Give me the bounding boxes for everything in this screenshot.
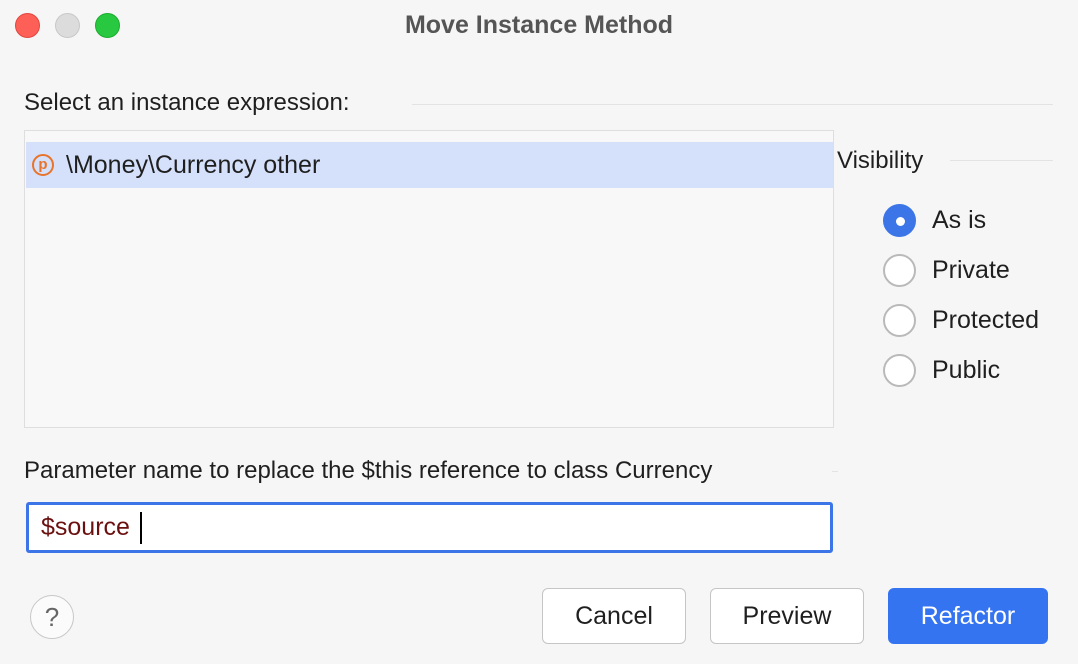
radio-label: Private (932, 255, 1010, 284)
radio-label: Public (932, 355, 1001, 384)
radio-button[interactable] (883, 303, 916, 337)
visibility-option-protected[interactable]: Protected (883, 302, 1039, 338)
visibility-label: Visibility (837, 147, 924, 174)
title-bar: Move Instance Method (0, 0, 1078, 52)
visibility-option-private[interactable]: Private (883, 252, 1010, 288)
help-icon[interactable]: ? (30, 595, 74, 639)
cancel-button[interactable]: Cancel (542, 588, 686, 644)
dialog-title: Move Instance Method (404, 11, 674, 39)
instance-expression-list[interactable]: p \Money\Currency other (24, 130, 834, 428)
radio-button-checked[interactable] (883, 203, 916, 237)
refactor-button[interactable]: Refactor (888, 588, 1048, 644)
separator (950, 160, 1053, 161)
parameter-name-label: Parameter name to replace the $this refe… (24, 457, 713, 484)
move-instance-method-dialog: Move Instance Method Select an instance … (0, 0, 1078, 664)
radio-label: As is (932, 205, 987, 234)
radio-button[interactable] (883, 253, 916, 287)
instance-expression-label: Select an instance expression: (24, 89, 350, 116)
list-item[interactable]: p \Money\Currency other (26, 142, 833, 188)
separator (412, 104, 1053, 105)
visibility-option-as-is[interactable]: As is (883, 202, 986, 238)
visibility-option-public[interactable]: Public (883, 352, 1000, 388)
list-item-label: \Money\Currency other (66, 150, 321, 179)
text-caret (140, 512, 142, 544)
separator (832, 471, 838, 472)
radio-label: Protected (932, 305, 1040, 334)
preview-button[interactable]: Preview (710, 588, 864, 644)
parameter-icon: p (32, 154, 54, 176)
parameter-name-input[interactable] (26, 502, 833, 553)
radio-button[interactable] (883, 353, 916, 387)
